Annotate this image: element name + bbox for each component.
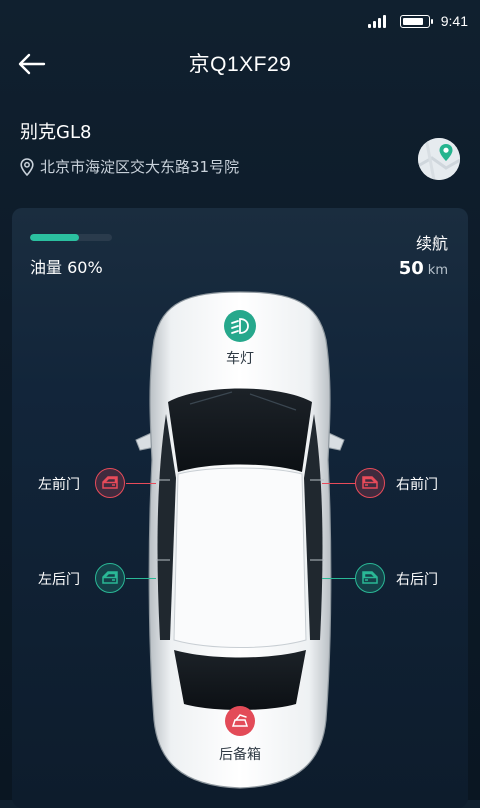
trunk-icon xyxy=(231,714,249,727)
lights-label: 车灯 xyxy=(226,351,254,367)
trunk-label: 后备箱 xyxy=(219,747,261,763)
rear-left-door-label: 左后门 xyxy=(38,572,80,588)
car-door-icon xyxy=(362,476,378,489)
rear-right-door-label: 右后门 xyxy=(396,572,438,588)
front-right-door-label: 右前门 xyxy=(396,477,438,493)
rear-left-door-button[interactable] xyxy=(95,563,125,593)
car-door-icon xyxy=(102,571,118,584)
car-door-icon xyxy=(102,476,118,489)
lights-button[interactable] xyxy=(224,310,256,342)
front-left-leader xyxy=(126,483,156,484)
front-right-door-button[interactable] xyxy=(355,468,385,498)
car-door-icon xyxy=(362,571,378,584)
trunk-button[interactable] xyxy=(225,706,255,736)
rear-right-leader xyxy=(322,578,356,579)
front-left-door-label: 左前门 xyxy=(38,477,80,493)
car-illustration xyxy=(135,291,345,789)
rear-right-door-button[interactable] xyxy=(355,563,385,593)
rear-left-leader xyxy=(126,578,156,579)
headlight-icon xyxy=(231,318,249,334)
front-left-door-button[interactable] xyxy=(95,468,125,498)
front-right-leader xyxy=(322,483,356,484)
